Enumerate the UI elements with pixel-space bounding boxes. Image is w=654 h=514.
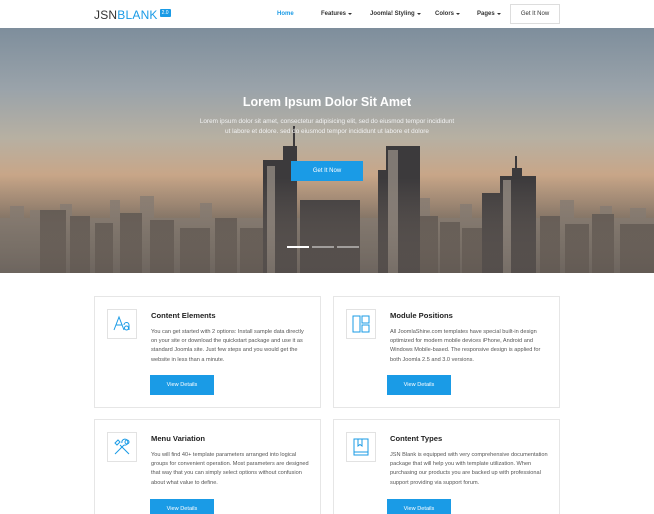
logo-text-blank: BLANK [117, 8, 158, 22]
nav-item-label: Colors [435, 11, 455, 17]
card-title: Module Positions [390, 311, 453, 320]
view-details-button[interactable]: View Details [150, 499, 214, 514]
view-details-button[interactable]: View Details [387, 375, 451, 395]
chevron-down-icon [416, 13, 421, 15]
card-description: All JoomlaShine.com templates have speci… [390, 329, 541, 363]
logo-text-jsn: JSN [94, 8, 118, 22]
nav-item-joomla-styling[interactable]: Joomla! Styling [370, 11, 435, 17]
layout-icon [346, 309, 376, 339]
view-details-button[interactable]: View Details [387, 499, 451, 514]
nav-item-features[interactable]: Features [321, 11, 370, 17]
tools-icon [107, 432, 137, 462]
card-description: You can get started with 2 options: Inst… [151, 329, 304, 363]
feature-card-module-positions: Module Positions All JoomlaShine.com tem… [333, 296, 560, 408]
feature-card-content-elements: Content Elements You can get started wit… [94, 296, 321, 408]
logo-version-badge: 2.0 [159, 9, 171, 17]
view-details-button[interactable]: View Details [150, 375, 214, 395]
slider-dot-2[interactable] [312, 246, 334, 248]
card-title: Menu Variation [151, 434, 206, 443]
chevron-down-icon [496, 13, 501, 15]
hero-subtitle-line-2: ut labore et dolore. sed do eiusmod temp… [225, 128, 429, 135]
main-nav: Home Features Joomla! Styling Colors Pag… [268, 0, 517, 28]
slider-pagination [287, 246, 362, 248]
hero-subtitle-line-1: Lorem ipsum dolor sit amet, consectetur … [199, 118, 455, 125]
nav-item-label: Pages [477, 11, 495, 17]
slider-dot-3[interactable] [337, 246, 359, 248]
card-title: Content Elements [151, 311, 216, 320]
chevron-down-icon [456, 13, 461, 15]
chevron-down-icon [348, 13, 353, 15]
get-it-now-hero-button[interactable]: Get It Now [291, 161, 363, 181]
site-logo[interactable]: JSNBLANK 2.0 [94, 8, 171, 22]
hero-slider: Lorem Ipsum Dolor Sit Amet Lorem ipsum d… [0, 28, 654, 273]
logo-text: JSNBLANK [94, 8, 158, 22]
nav-item-home[interactable]: Home [277, 11, 321, 17]
nav-item-label: Home [277, 11, 294, 17]
card-title: Content Types [390, 434, 443, 443]
city-skyline-image [0, 126, 654, 273]
slider-dot-1[interactable] [287, 246, 309, 248]
card-description: You will find 40+ template parameters ar… [151, 452, 309, 486]
font-icon [107, 309, 137, 339]
nav-item-label: Joomla! Styling [370, 11, 415, 17]
hero-title: Lorem Ipsum Dolor Sit Amet [242, 95, 412, 109]
feature-card-content-types: Content Types JSN Blank is equipped with… [333, 419, 560, 514]
feature-card-menu-variation: Menu Variation You will find 40+ templat… [94, 419, 321, 514]
card-description: JSN Blank is equipped with very comprehe… [390, 452, 548, 486]
site-header: JSNBLANK 2.0 Home Features Joomla! Styli… [0, 0, 654, 28]
get-it-now-header-button[interactable]: Get It Now [510, 4, 560, 24]
book-icon [346, 432, 376, 462]
nav-item-colors[interactable]: Colors [435, 11, 477, 17]
nav-item-label: Features [321, 11, 347, 17]
hero-subtitle: Lorem ipsum dolor sit amet, consectetur … [190, 117, 464, 137]
